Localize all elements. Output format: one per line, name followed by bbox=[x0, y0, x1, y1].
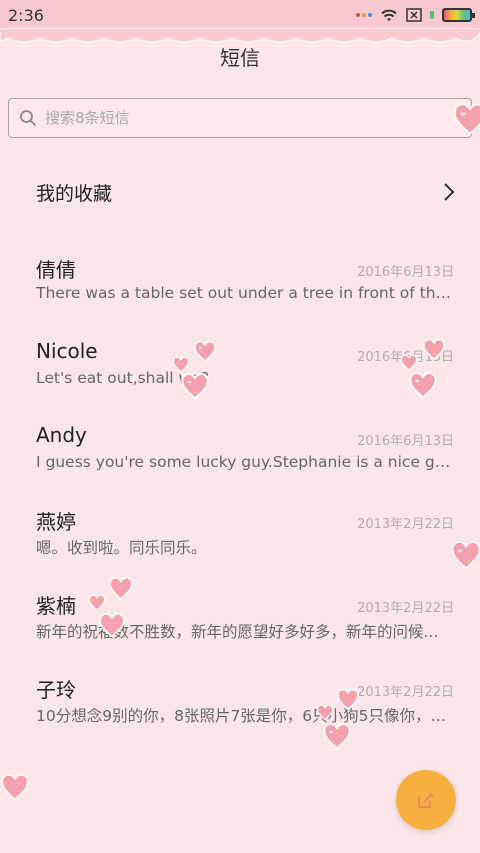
heart-icon bbox=[181, 373, 209, 400]
message-item-5[interactable]: 子玲 2013年2月22日 10分想念9别的你，8张照片7张是你，6只小狗5只像… bbox=[36, 674, 454, 734]
message-item-1[interactable]: Nicole 2016年6月13日 Let's eat out,shall we… bbox=[36, 339, 454, 399]
message-sender: 紫楠 bbox=[36, 594, 76, 618]
message-preview: There was a table set out under a tree i… bbox=[36, 284, 454, 302]
heart-icon bbox=[423, 338, 445, 360]
message-sender: Andy bbox=[36, 423, 87, 447]
charging-dot-icon bbox=[430, 11, 434, 19]
status-icons bbox=[356, 8, 475, 22]
message-date: 2013年2月22日 bbox=[357, 601, 454, 616]
message-sender: Nicole bbox=[36, 339, 98, 363]
sim-off-icon bbox=[406, 8, 422, 22]
heart-icon bbox=[88, 594, 106, 611]
search-input[interactable] bbox=[45, 109, 425, 127]
search-box[interactable] bbox=[8, 98, 472, 138]
message-date: 2016年6月13日 bbox=[357, 265, 454, 280]
heart-icon bbox=[409, 372, 437, 399]
message-preview: Let's eat out,shall we? bbox=[36, 369, 209, 387]
status-time: 2:36 bbox=[8, 5, 44, 25]
compose-icon bbox=[418, 792, 434, 808]
heart-icon bbox=[194, 340, 216, 362]
message-preview: 10分想念9别的你，8张照片7张是你，6只小狗5只像你，4... bbox=[36, 707, 454, 725]
compose-button[interactable] bbox=[396, 770, 456, 830]
message-preview: I guess you're some lucky guy.Stephanie … bbox=[36, 453, 454, 471]
wifi-icon bbox=[381, 9, 397, 21]
heart-icon bbox=[337, 688, 359, 710]
page-title: 短信 bbox=[220, 46, 260, 70]
heart-icon bbox=[316, 704, 334, 721]
favorites-label: 我的收藏 bbox=[36, 182, 113, 205]
message-sender: 倩倩 bbox=[36, 258, 76, 282]
heart-icon bbox=[99, 613, 125, 638]
heart-icon bbox=[400, 354, 418, 371]
message-preview: 嗯。收到啦。同乐同乐。 bbox=[36, 539, 207, 557]
heart-icon bbox=[451, 541, 480, 570]
notification-dots-icon bbox=[356, 13, 372, 17]
message-sender: 子玲 bbox=[36, 678, 76, 702]
search-icon bbox=[20, 110, 36, 126]
heart-icon bbox=[1, 774, 29, 801]
favorites-row[interactable]: 我的收藏 bbox=[36, 170, 456, 214]
message-item-0[interactable]: 倩倩 2016年6月13日 There was a table set out … bbox=[36, 254, 454, 314]
message-item-2[interactable]: Andy 2016年6月13日 I guess you're some luck… bbox=[36, 423, 454, 483]
status-bar: 2:36 bbox=[0, 0, 480, 30]
heart-icon bbox=[453, 103, 480, 135]
message-date: 2013年2月22日 bbox=[357, 517, 454, 532]
message-date: 2013年2月22日 bbox=[357, 685, 454, 700]
message-sender: 燕婷 bbox=[36, 510, 76, 534]
battery-icon bbox=[442, 8, 475, 22]
heart-icon bbox=[109, 576, 133, 600]
heart-icon bbox=[323, 723, 351, 750]
message-date: 2016年6月13日 bbox=[357, 434, 454, 449]
chevron-right-icon bbox=[444, 183, 455, 201]
message-item-3[interactable]: 燕婷 2013年2月22日 嗯。收到啦。同乐同乐。 bbox=[36, 506, 454, 566]
